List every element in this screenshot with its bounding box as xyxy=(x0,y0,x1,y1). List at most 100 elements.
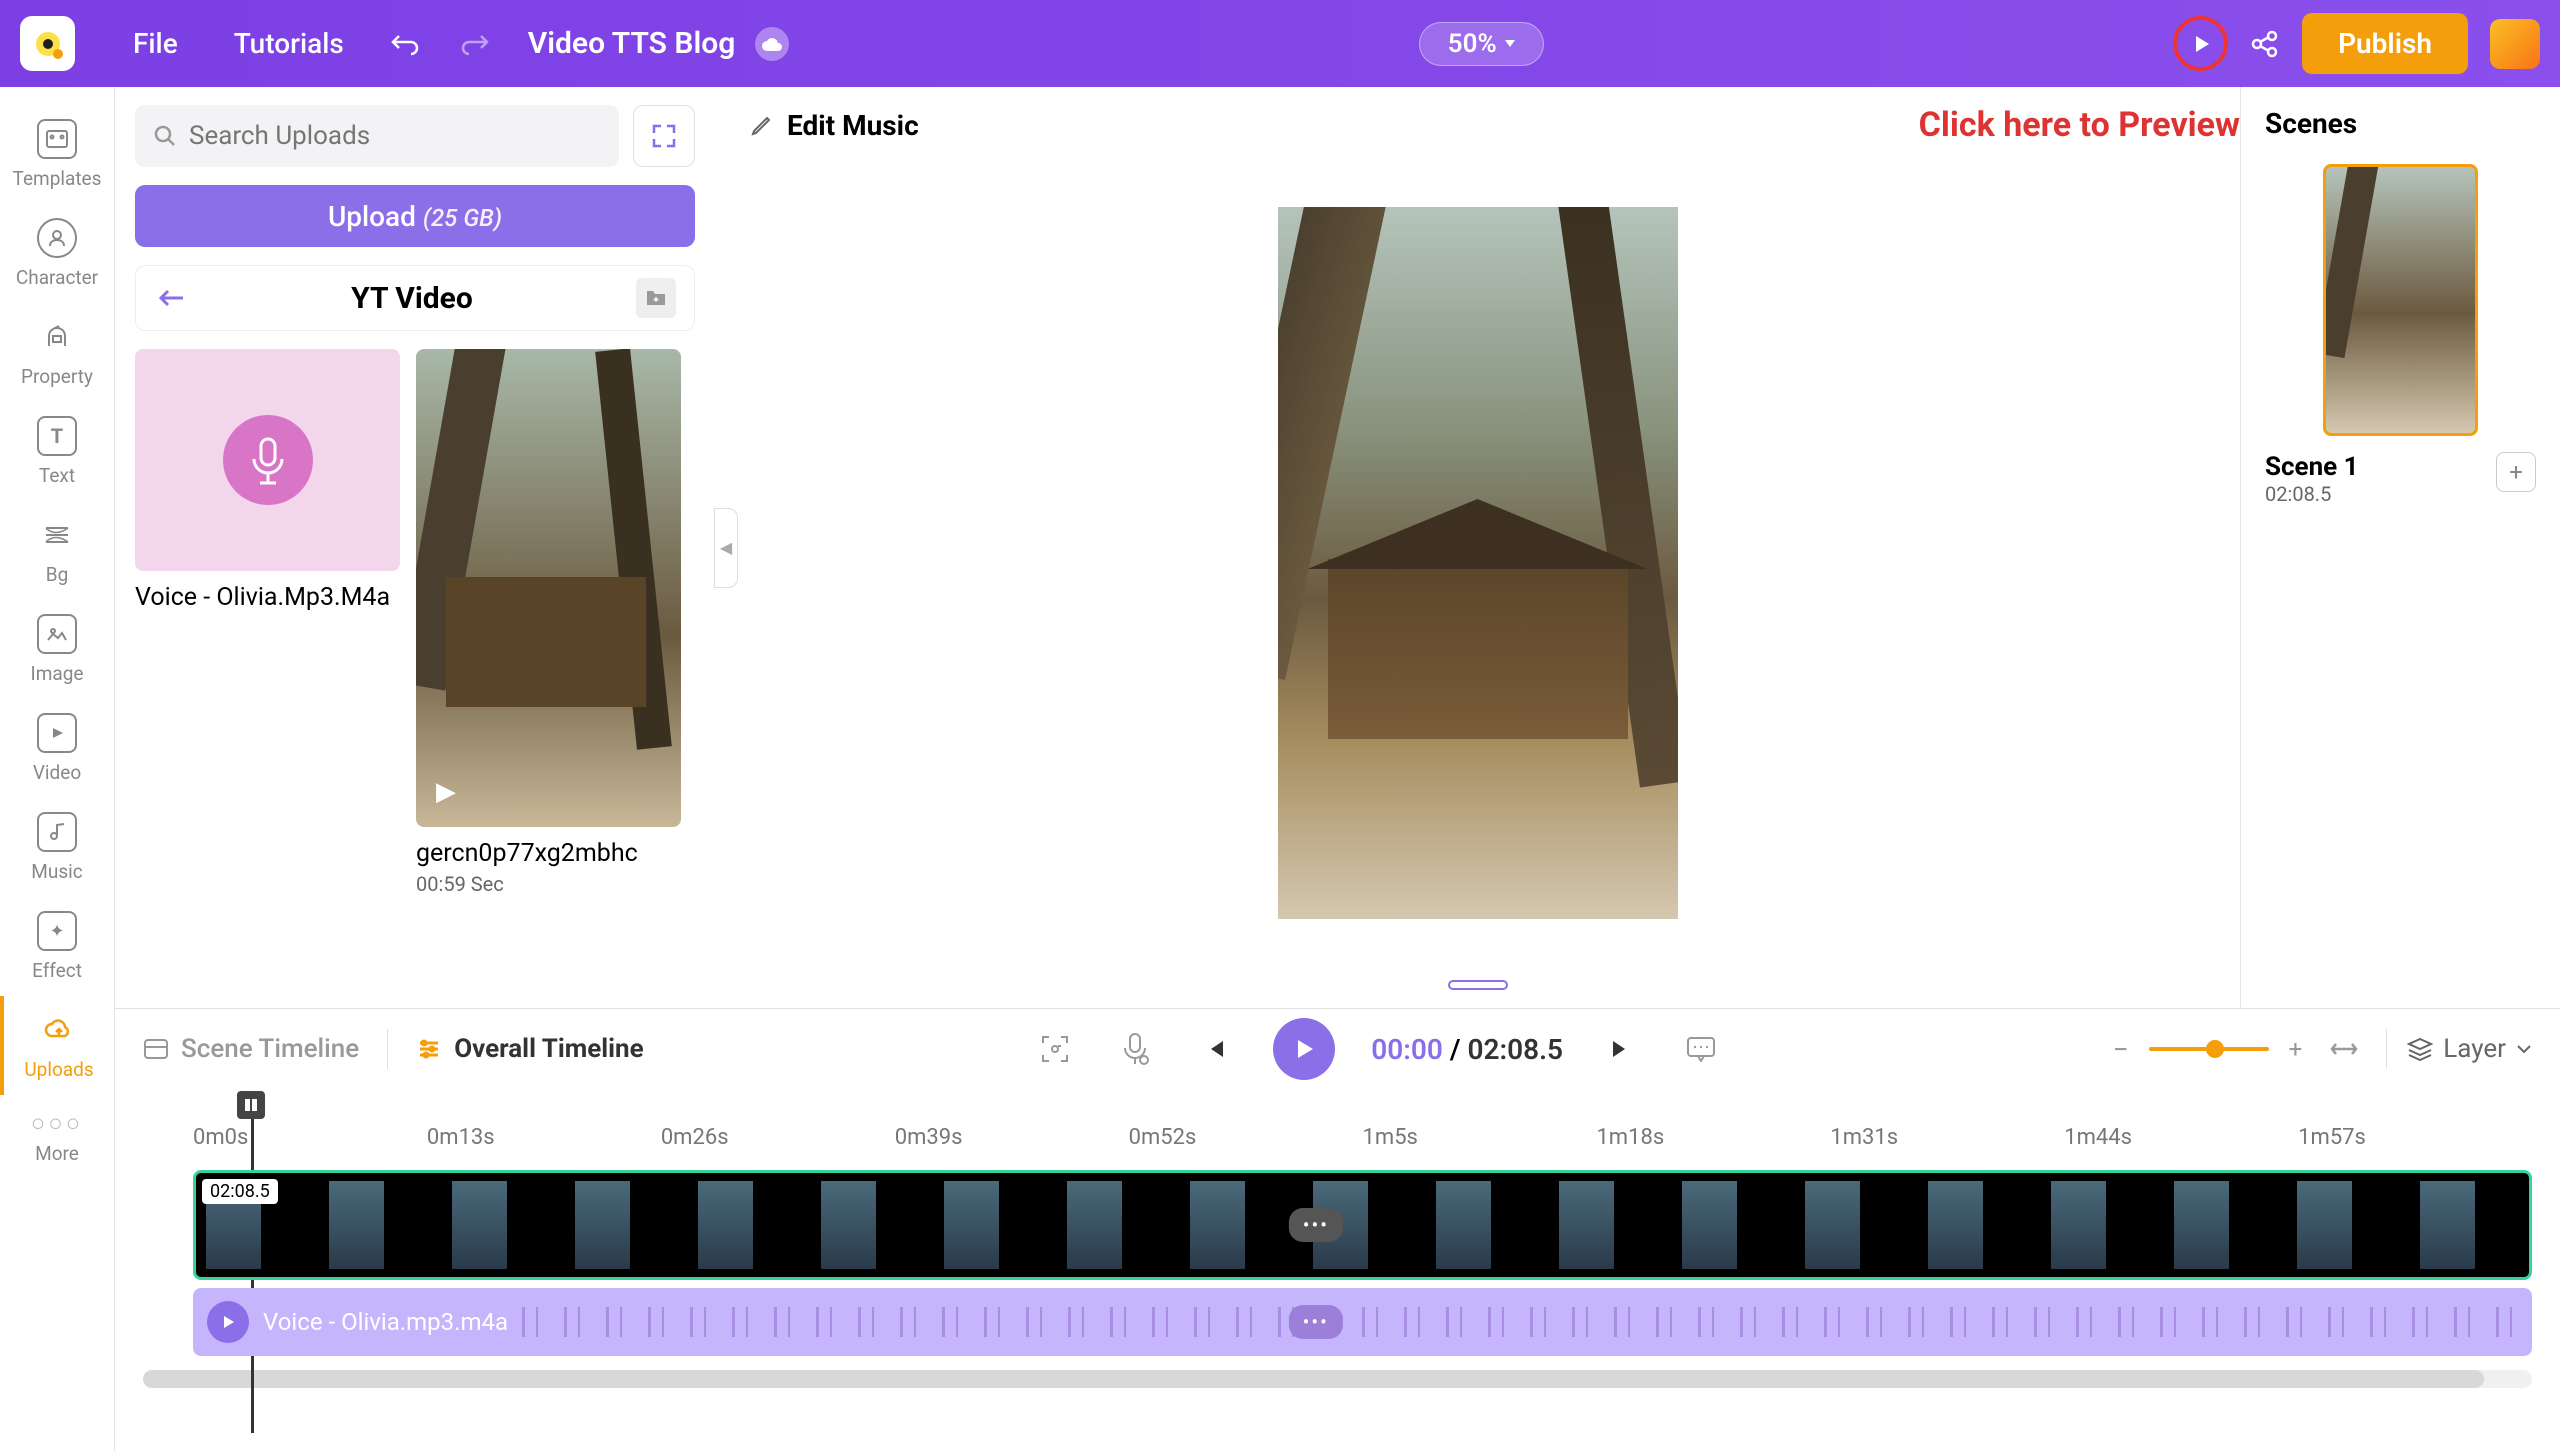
project-title[interactable]: Video TTS Blog xyxy=(528,26,736,61)
app-logo[interactable] xyxy=(20,16,75,71)
layer-icon xyxy=(2407,1037,2433,1061)
sidebar-item-templates[interactable]: Templates xyxy=(0,105,114,204)
user-avatar[interactable] xyxy=(2490,19,2540,69)
sidebar-label: Property xyxy=(21,365,93,388)
upload-button[interactable]: Upload (25 GB) xyxy=(135,185,695,247)
sidebar-label: Templates xyxy=(13,167,102,190)
audio-options-button[interactable]: ••• xyxy=(1289,1305,1343,1339)
panel-title: Edit Music xyxy=(787,109,919,142)
play-button[interactable] xyxy=(1273,1018,1335,1080)
scene-timeline-icon xyxy=(143,1038,169,1060)
left-sidebar: Templates Character Property T Text Bg Im… xyxy=(0,87,115,1451)
scene-thumbnail[interactable] xyxy=(2323,164,2478,436)
record-voice-button[interactable] xyxy=(1113,1027,1157,1071)
undo-button[interactable] xyxy=(386,24,426,64)
waveform xyxy=(522,1307,2518,1337)
time-display: 00:00 / 02:08.5 xyxy=(1371,1033,1563,1066)
timeline-zoom-slider[interactable] xyxy=(2149,1047,2269,1051)
preview-button[interactable] xyxy=(2173,16,2228,71)
sidebar-item-music[interactable]: Music xyxy=(0,798,114,897)
cloud-sync-icon xyxy=(755,27,789,61)
resize-handle[interactable] xyxy=(1448,980,1508,990)
sidebar-item-text[interactable]: T Text xyxy=(0,402,114,501)
ruler-tick: 1m44s xyxy=(2064,1125,2298,1150)
play-icon: ▶ xyxy=(436,777,456,807)
sidebar-label: Text xyxy=(39,464,75,487)
scene-duration: 02:08.5 xyxy=(2265,482,2359,506)
ruler-tick: 0m39s xyxy=(895,1125,1129,1150)
sidebar-label: Effect xyxy=(32,959,82,982)
sidebar-item-property[interactable]: Property xyxy=(0,303,114,402)
uploads-panel: Upload (25 GB) YT Video Voice - Olivia.M… xyxy=(115,87,715,1008)
video-icon xyxy=(37,713,77,753)
sidebar-label: Bg xyxy=(46,563,69,586)
comment-button[interactable] xyxy=(1679,1027,1723,1071)
character-icon xyxy=(37,218,77,258)
top-bar: File Tutorials Video TTS Blog 50% Publis… xyxy=(0,0,2560,87)
tab-label: Scene Timeline xyxy=(181,1034,359,1064)
timeline-scrollbar[interactable] xyxy=(143,1370,2532,1388)
fit-width-button[interactable] xyxy=(2322,1027,2366,1071)
camera-focus-button[interactable] xyxy=(1033,1027,1077,1071)
sidebar-label: Image xyxy=(31,662,84,685)
templates-icon xyxy=(37,119,77,159)
tab-scene-timeline[interactable]: Scene Timeline xyxy=(143,1034,359,1064)
share-button[interactable] xyxy=(2250,29,2280,59)
search-uploads-input[interactable] xyxy=(135,105,619,167)
layer-label: Layer xyxy=(2443,1034,2506,1064)
audio-play-button[interactable] xyxy=(207,1301,249,1343)
sidebar-item-character[interactable]: Character xyxy=(0,204,114,303)
asset-item-audio[interactable]: Voice - Olivia.Mp3.M4a xyxy=(135,349,400,896)
overall-timeline-icon xyxy=(416,1038,442,1060)
skip-next-button[interactable] xyxy=(1599,1027,1643,1071)
asset-item-video[interactable]: ▶ gercn0p77xg2mbhc 00:59 Sec xyxy=(416,349,681,896)
zoom-level-select[interactable]: 50% xyxy=(1419,22,1544,66)
more-icon: ○○○ xyxy=(31,1109,84,1138)
folder-plus-icon xyxy=(645,289,667,307)
timeline: Scene Timeline Overall Timeline 00:00 / … xyxy=(115,1008,2560,1451)
sidebar-label: Music xyxy=(31,860,82,883)
skip-prev-button[interactable] xyxy=(1193,1027,1237,1071)
ruler-tick: 0m13s xyxy=(427,1125,661,1150)
publish-button[interactable]: Publish xyxy=(2302,13,2468,74)
sidebar-item-uploads[interactable]: Uploads xyxy=(0,996,114,1095)
text-icon: T xyxy=(37,416,77,456)
scenes-panel: Scenes Scene 1 02:08.5 + xyxy=(2240,87,2560,1008)
zoom-out-button[interactable]: − xyxy=(2113,1033,2129,1066)
add-scene-button[interactable]: + xyxy=(2496,452,2536,492)
redo-button[interactable] xyxy=(454,24,494,64)
scene-name: Scene 1 xyxy=(2265,452,2359,482)
sidebar-item-image[interactable]: Image xyxy=(0,600,114,699)
music-icon xyxy=(37,812,77,852)
add-folder-button[interactable] xyxy=(636,278,676,318)
video-preview[interactable] xyxy=(1278,207,1678,919)
expand-icon xyxy=(650,122,678,150)
audio-clip-name: Voice - Olivia.mp3.m4a xyxy=(263,1308,508,1336)
playhead-handle[interactable] xyxy=(235,1089,267,1121)
sidebar-item-bg[interactable]: Bg xyxy=(0,501,114,600)
ruler-tick: 1m5s xyxy=(1363,1125,1597,1150)
asset-name: Voice - Olivia.Mp3.M4a xyxy=(135,583,400,612)
sidebar-item-video[interactable]: Video xyxy=(0,699,114,798)
annotation-text: Click here to Preview xyxy=(1919,105,2240,145)
video-track[interactable]: 02:08.5 ••• xyxy=(193,1170,2532,1280)
ruler-tick: 0m0s xyxy=(193,1125,427,1150)
ruler-tick: 0m52s xyxy=(1129,1125,1363,1150)
tutorials-menu[interactable]: Tutorials xyxy=(206,27,372,60)
timeline-ruler[interactable]: 0m0s 0m13s 0m26s 0m39s 0m52s 1m5s 1m18s … xyxy=(143,1089,2532,1162)
chevron-down-icon xyxy=(2516,1044,2532,1054)
zoom-in-button[interactable]: + xyxy=(2289,1035,2303,1063)
uploads-icon xyxy=(39,1010,79,1050)
audio-track[interactable]: Voice - Olivia.mp3.m4a ••• xyxy=(193,1288,2532,1356)
expand-panel-button[interactable] xyxy=(633,105,695,167)
asset-duration: 00:59 Sec xyxy=(416,872,681,896)
layer-select[interactable]: Layer xyxy=(2407,1034,2532,1064)
clip-options-button[interactable]: ••• xyxy=(1289,1208,1343,1242)
file-menu[interactable]: File xyxy=(105,27,206,60)
tab-overall-timeline[interactable]: Overall Timeline xyxy=(416,1034,643,1064)
folder-name: YT Video xyxy=(351,281,473,316)
sidebar-item-more[interactable]: ○○○More xyxy=(0,1095,114,1179)
sidebar-item-effect[interactable]: ✦Effect xyxy=(0,897,114,996)
folder-back-button[interactable] xyxy=(154,281,188,315)
video-thumbnail: ▶ xyxy=(416,349,681,827)
